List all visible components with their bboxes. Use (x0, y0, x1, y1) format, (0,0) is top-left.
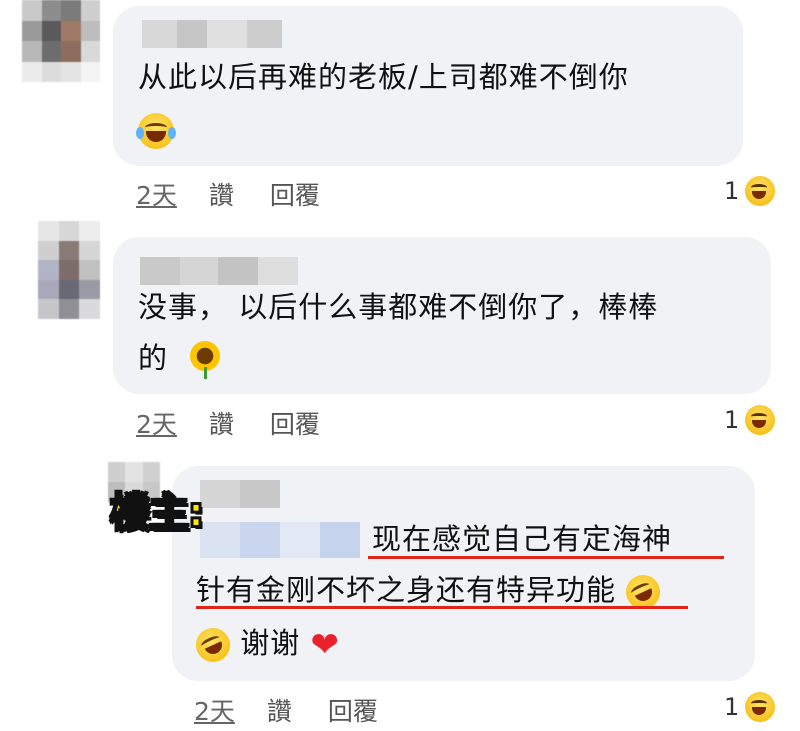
comment-text: 没事， 以后什么事都难不倒你了，棒棒 (138, 282, 658, 332)
grinning-squinting-tears-icon (136, 113, 176, 149)
reply-button[interactable]: 回覆 (328, 692, 378, 728)
comment-text: 的 (138, 333, 222, 383)
highlight-underline (368, 556, 724, 559)
comment-emoji-line (136, 104, 176, 154)
highlight-underline (196, 606, 688, 609)
red-heart-icon: ❤ (310, 625, 340, 665)
commenter-avatar[interactable] (38, 221, 100, 319)
like-button[interactable]: 讚 (209, 405, 234, 441)
like-button[interactable]: 讚 (209, 176, 234, 212)
reaction-summary[interactable]: 1 (724, 690, 778, 724)
reaction-summary[interactable]: 1 (724, 403, 778, 437)
comment-text: 谢谢 ❤ (190, 618, 340, 668)
like-button[interactable]: 讚 (267, 692, 292, 728)
haha-reaction-icon (743, 174, 778, 208)
commenter-name[interactable] (140, 257, 298, 285)
comment-text-line: 从此以后再难的老板/上司都难不倒你 (138, 60, 629, 94)
timestamp-link[interactable]: 2天 (136, 405, 177, 441)
haha-reaction-icon (743, 690, 778, 724)
reply-button[interactable]: 回覆 (270, 176, 320, 212)
comment-actions: 2天 讚 回覆 (136, 176, 320, 212)
timestamp-link[interactable]: 2天 (136, 176, 177, 212)
reaction-summary[interactable]: 1 (724, 174, 778, 208)
commenter-name[interactable] (200, 480, 280, 508)
reply-button[interactable]: 回覆 (270, 405, 320, 441)
comment-text: 从此以后再难的老板/上司都难不倒你 (138, 52, 629, 102)
reaction-count: 1 (724, 693, 740, 721)
commenter-name[interactable] (142, 20, 282, 48)
comment-text-line: 针有金刚不坏之身还有特异功能 (196, 573, 617, 607)
op-tag: 楼主: (109, 489, 205, 537)
commenter-avatar[interactable] (22, 0, 100, 82)
reaction-count: 1 (724, 406, 740, 434)
haha-reaction-icon (743, 403, 778, 437)
timestamp-link[interactable]: 2天 (194, 692, 235, 728)
sunflower-icon (188, 341, 222, 379)
commenter-name-continued[interactable] (200, 522, 360, 558)
comment-text-line: 的 (138, 341, 169, 375)
rofl-icon (190, 622, 236, 668)
reaction-count: 1 (724, 177, 740, 205)
comment-text-line: 谢谢 (240, 626, 301, 660)
comment-text-line: 没事， 以后什么事都难不倒你了，棒棒 (138, 290, 659, 324)
comment-actions: 2天 讚 回覆 (136, 405, 320, 441)
comment-text-line: 现在感觉自己有定海神 (372, 522, 673, 556)
comment-actions: 2天 讚 回覆 (194, 692, 378, 728)
